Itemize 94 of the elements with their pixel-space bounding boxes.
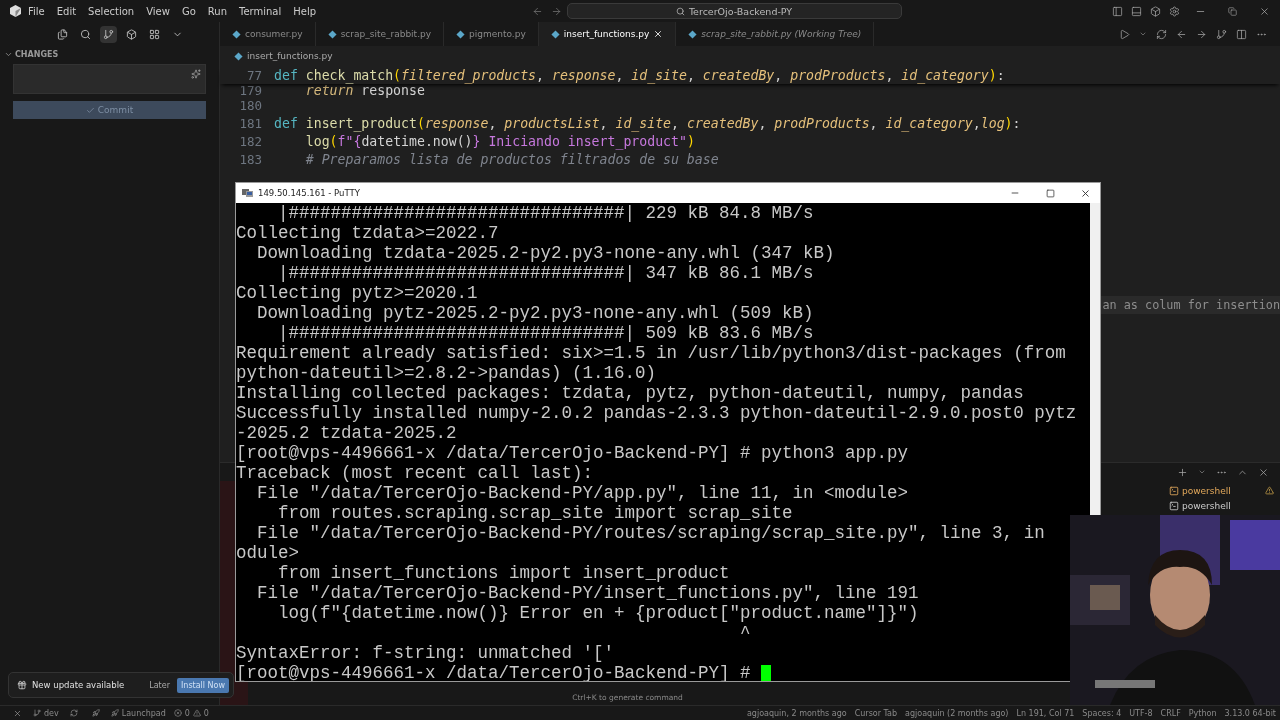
section-title: CHANGES (15, 49, 59, 59)
editor-tab[interactable]: insert_functions.py (538, 22, 677, 46)
terminal-line: -2025.2 tzdata-2025.2 (236, 423, 457, 443)
check-icon (85, 105, 95, 115)
later-button[interactable]: Later (147, 678, 172, 692)
status-item[interactable]: CRLF (1160, 708, 1181, 718)
terminal-line: log(f"{datetime.now()} Error en + {product["product.name"]}") (277, 603, 919, 623)
scrollbar[interactable] (1090, 203, 1100, 516)
terminal-icon (1169, 485, 1179, 496)
code-line: def insert_product(response, productsList, id_site, createdBy, prodProducts, id_category,log): (274, 115, 1021, 133)
line-number: 77 (245, 68, 262, 84)
commit-message-field[interactable] (13, 64, 206, 94)
terminal-line: odule> (236, 543, 299, 563)
gift-icon (17, 680, 27, 690)
terminal-line: [root@vps-4496661-x /data/TercerOjo-Backend-PY] # (236, 663, 752, 681)
inline-suggestion: an as colum for insertion (1100, 296, 1280, 314)
terminal-line: Downloading tzdata-2025.2-py2.py3-none-any.whl (347 kB) (256, 243, 835, 263)
close-icon[interactable] (1079, 187, 1091, 199)
editor-tab[interactable]: scrap_site_rabbit.py (Working Tree) (676, 22, 875, 46)
install-button[interactable]: Install Now (176, 677, 229, 693)
line-number: 183 (238, 151, 262, 169)
commit-button[interactable]: Commit (13, 101, 206, 119)
line-number: 182 (238, 133, 262, 151)
python-file-icon (688, 29, 698, 39)
menu-item[interactable]: Run (202, 3, 232, 19)
terminal-line: File "/data/TercerOjo-Backend-PY/routes/scraping/scrap_site.py", line 3, in (256, 523, 1045, 543)
breadcrumb[interactable]: insert_functions.py (220, 46, 1280, 66)
menu-item[interactable]: Go (176, 3, 201, 19)
rocket-icon (110, 709, 119, 717)
menu-item[interactable]: Selection (83, 3, 140, 19)
code-line: return response (304, 84, 425, 97)
terminal-line: File "/data/TercerOjo-Backend-PY/insert_functions.py", line 191 (256, 583, 919, 603)
window-title: 149.50.145.161 - PuTTY (258, 188, 360, 198)
status-item[interactable]: 3.13.0 64-bit (1224, 708, 1276, 718)
terminal-line: Traceback (most recent call last): (236, 463, 594, 483)
terminal-icon (1169, 500, 1179, 511)
line-number: 181 (238, 115, 262, 133)
editor-tab[interactable]: pigmento.py (444, 22, 539, 46)
status-item[interactable]: agjoaquin (2 months ago) (905, 708, 1009, 718)
status-item[interactable]: Spaces: 4 (1082, 708, 1122, 718)
terminal-line: from routes.scraping.scrap_site import scrap_site (277, 503, 793, 523)
menu-item[interactable]: View (141, 3, 175, 19)
terminal-line: Collecting pytz>=2020.1 (236, 283, 478, 303)
menu-item[interactable]: Terminal (234, 3, 287, 19)
terminal-line: python-dateutil>=2.8.2->pandas) (1.16.0) (236, 363, 657, 383)
workspace-name: TercerOjo-Backend-PY (688, 5, 793, 17)
terminal-line: |################################| 347 kB 86.1 MB/s (277, 263, 814, 283)
status-item[interactable]: Cursor Tab (854, 708, 898, 718)
problems-indicator[interactable]: 0 0 (173, 708, 209, 718)
terminal-line: Requirement already satisfied: six>=1.5 in /usr/lib/python3/dist-packages (from (236, 343, 1066, 363)
editor-tab[interactable]: scrap_site_rabbit.py (315, 22, 445, 46)
python-file-icon (234, 51, 243, 61)
terminal-line: ^ (739, 623, 751, 643)
status-item[interactable]: agjoaquin, 2 months ago (746, 708, 847, 718)
sparkle-icon (191, 69, 201, 79)
status-item[interactable]: Ln 191, Col 71 (1016, 708, 1075, 718)
terminal-line: Installing collected packages: tzdata, pytz, python-dateutil, numpy, pandas (236, 383, 1024, 403)
app-logo-icon (10, 5, 21, 17)
launchpad-label: Launchpad (121, 708, 166, 718)
python-file-icon (232, 29, 241, 39)
search-icon (675, 6, 685, 16)
line-number: 179 (238, 84, 262, 97)
branch-icon[interactable] (99, 25, 117, 43)
code-line: # Preparamos lista de productos filtrados de su base (304, 151, 719, 169)
line-number: 180 (238, 97, 262, 115)
warning-icon (1265, 486, 1274, 495)
terminal-line: |################################| 509 kB 83.6 MB/s (277, 323, 814, 343)
terminal-line: |################################| 229 kB 84.8 MB/s (277, 203, 814, 223)
terminal-line: Downloading pytz-2025.2-py2.py3-none-any.whl (509 kB) (256, 303, 814, 323)
terminal-tab[interactable]: powershell (1165, 498, 1280, 513)
terminal-line: from insert_functions import insert_product (277, 563, 730, 583)
maximize-icon[interactable] (1045, 188, 1055, 198)
terminal-line: File "/data/TercerOjo-Backend-PY/app.py", line 11, in <module> (256, 483, 909, 503)
status-item[interactable]: UTF-8 (1129, 708, 1153, 718)
status-item[interactable]: Python (1188, 708, 1217, 718)
python-file-icon (456, 29, 466, 39)
menu-item[interactable]: Help (288, 3, 322, 19)
close-icon[interactable] (653, 29, 664, 39)
terminal-line: [root@vps-4496661-x /data/TercerOjo-Backend-PY] # python3 app.py (236, 443, 909, 463)
command-center-search[interactable]: TercerOjo-Backend-PY (566, 3, 902, 19)
editor-tab[interactable]: consumer.py (220, 22, 316, 46)
launchpad-item[interactable]: Launchpad (110, 708, 166, 718)
python-file-icon (327, 29, 337, 39)
terminal-line: Successfully installed numpy-2.0.2 pandas-2.3.3 python-dateutil-2.9.0.post0 pytz (236, 403, 1077, 423)
branch-indicator[interactable]: dev (33, 708, 59, 718)
code-line: def check_match(filtered_products, response, id_site, createdBy, prodProducts, id_category): (274, 68, 1005, 84)
menu-item[interactable]: Edit (51, 3, 82, 19)
menu-item[interactable]: File (23, 3, 50, 19)
code-line: log(f"{datetime.now()} Iniciando insert_product") (304, 133, 695, 151)
notification-message: New update available (32, 680, 126, 690)
terminal-line: SyntaxError: f-string: unmatched '[' (236, 643, 615, 663)
terminal-tab[interactable]: powershell (1165, 483, 1280, 498)
terminal-line: Collecting tzdata>=2022.7 (236, 223, 499, 243)
python-file-icon (550, 29, 560, 39)
